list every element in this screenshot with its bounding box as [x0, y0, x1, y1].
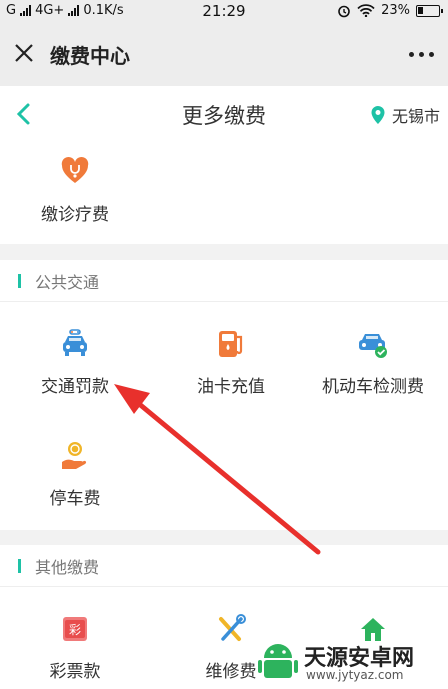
battery-percent: 23% [381, 3, 410, 18]
page-header: 更多缴费 无锡市 [0, 86, 448, 142]
tile-label: 交通罚款 [41, 377, 109, 397]
wifi-icon [357, 4, 375, 17]
more-icon[interactable] [409, 52, 434, 57]
public-transport-section: 公共交通 交通罚款 油卡充值 机动车检测费 停车费 [0, 260, 448, 530]
alarm-icon [338, 5, 350, 17]
parking-coin-icon [62, 442, 87, 469]
nav-title: 缴费中心 [50, 44, 130, 68]
section-title: 其他缴费 [35, 557, 100, 577]
section-header: 其他缴费 [0, 545, 448, 587]
fuel-pump-icon [219, 331, 243, 357]
watermark: 天源安卓网 www.jytyaz.com [258, 638, 448, 688]
lottery-glyph: 彩 [69, 623, 81, 637]
tile-label: 停车费 [49, 489, 101, 509]
tile-fuel-card[interactable]: 油卡充值 [156, 314, 306, 414]
tile-label: 彩票款 [49, 662, 101, 682]
section-title: 公共交通 [35, 272, 100, 292]
location-pin-icon [371, 106, 385, 124]
battery-icon [416, 4, 443, 17]
traffic-car-icon [63, 329, 87, 356]
car-inspection-icon [359, 334, 387, 358]
tile-traffic-fine[interactable]: 交通罚款 [0, 314, 150, 414]
status-bar: G 4G+ 0.1K/s 21:29 23% [0, 0, 448, 22]
lottery-icon: 彩 [63, 617, 87, 641]
heart-stethoscope-icon [61, 157, 89, 183]
tile-label: 机动车检测费 [322, 377, 424, 397]
tile-parking-fee[interactable]: 停车费 [0, 426, 150, 526]
tile-medical-fee[interactable]: 缴诊疗费 [0, 142, 150, 242]
tools-icon [219, 614, 246, 641]
tile-vehicle-inspection[interactable]: 机动车检测费 [298, 314, 448, 414]
close-icon[interactable] [12, 41, 36, 65]
location-label: 无锡市 [391, 107, 440, 126]
tile-label: 缴诊疗费 [41, 205, 109, 225]
location-selector[interactable]: 无锡市 [370, 103, 440, 127]
tile-label: 油卡充值 [197, 377, 265, 397]
tile-lottery[interactable]: 彩 彩票款 [0, 599, 150, 689]
watermark-url: www.jytyaz.com [306, 668, 404, 682]
section-header: 公共交通 [0, 260, 448, 302]
android-logo-icon [258, 644, 298, 678]
nav-bar: 缴费中心 [0, 22, 448, 86]
medical-section: 缴诊疗费 [0, 142, 448, 244]
